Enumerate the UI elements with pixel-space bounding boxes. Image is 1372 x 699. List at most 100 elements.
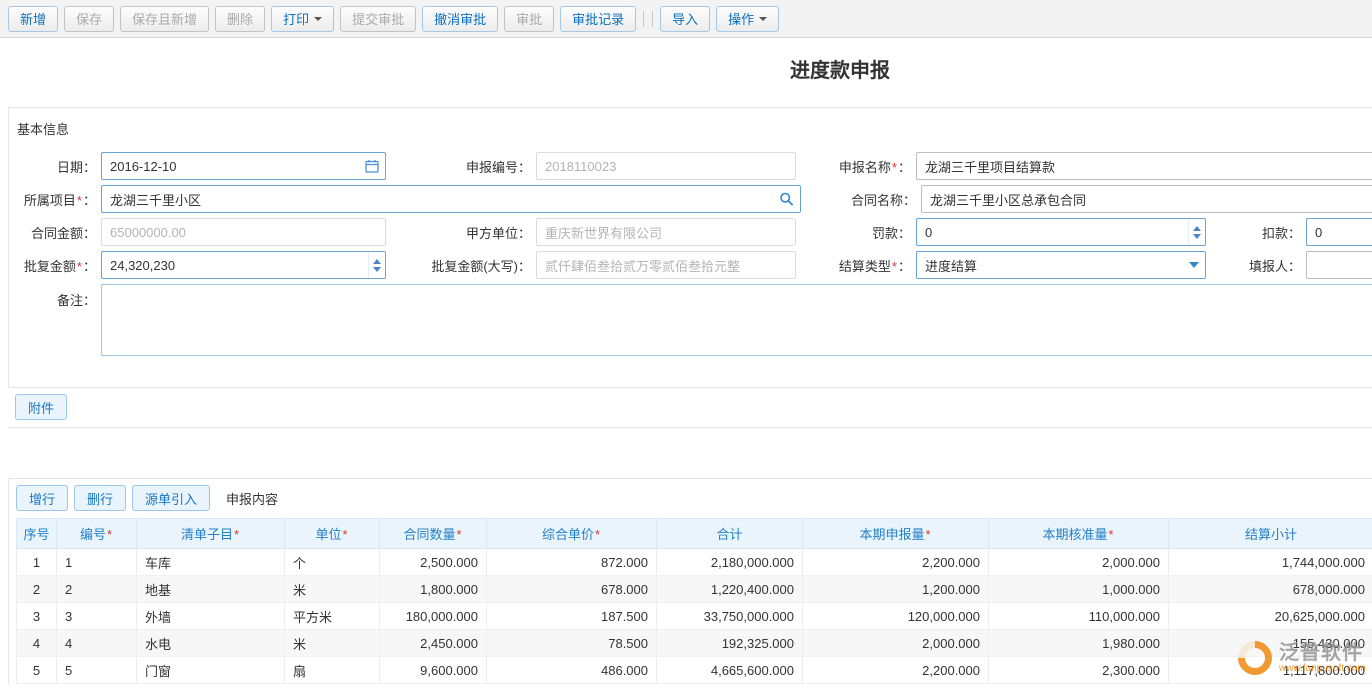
contract-amount-input: 65000000.00 bbox=[101, 218, 386, 246]
table-row[interactable]: 22地基米1,800.000678.0001,220,400.0001,200.… bbox=[17, 576, 1372, 603]
table-cell: 4,665,600.000 bbox=[657, 657, 803, 684]
attachment-row: 附件 bbox=[8, 388, 1372, 428]
table-cell: 2,000.000 bbox=[803, 630, 989, 657]
column-header: 合同数量* bbox=[380, 519, 487, 549]
table-cell: 1,220,400.000 bbox=[657, 576, 803, 603]
delete-row-button[interactable]: 删行 bbox=[74, 485, 126, 511]
detail-table-head-row: 序号编号*清单子目*单位*合同数量*综合单价*合计本期申报量*本期核准量*结算小… bbox=[17, 519, 1372, 549]
calendar-icon[interactable] bbox=[365, 159, 379, 173]
settlement-type-select[interactable]: 进度结算 bbox=[916, 251, 1206, 279]
form-row: 备注： bbox=[16, 284, 1372, 356]
table-cell: 192,325.000 bbox=[657, 630, 803, 657]
source-import-button[interactable]: 源单引入 bbox=[132, 485, 210, 511]
contract-name-input[interactable]: 龙湖三千里小区总承包合同 bbox=[921, 185, 1372, 213]
page-content: 进度款申报 基本信息 日期： 2016-12-10 申报编号： 20181100… bbox=[0, 54, 1372, 684]
table-cell: 1 bbox=[57, 549, 137, 576]
preparer-input[interactable] bbox=[1306, 251, 1372, 279]
approval-record-button[interactable]: 审批记录 bbox=[560, 6, 636, 32]
approved-amount-caps-label: 批复金额(大写)： bbox=[386, 256, 536, 275]
spinner-down-icon[interactable] bbox=[373, 267, 381, 272]
table-cell: 78.500 bbox=[487, 630, 657, 657]
table-cell: 155,430.000 bbox=[1169, 630, 1372, 657]
table-cell: 2,180,000.000 bbox=[657, 549, 803, 576]
column-header: 清单子目* bbox=[137, 519, 285, 549]
deduction-input[interactable]: 0 bbox=[1306, 218, 1372, 246]
table-cell: 872.000 bbox=[487, 549, 657, 576]
table-cell: 1,117,800.000 bbox=[1169, 657, 1372, 684]
contract-name-label: 合同名称： bbox=[801, 190, 921, 209]
toolbar-separator bbox=[652, 11, 653, 27]
table-cell: 2,000.000 bbox=[989, 549, 1169, 576]
table-cell: 678,000.000 bbox=[1169, 576, 1372, 603]
dropdown-arrow-icon[interactable] bbox=[1183, 252, 1205, 278]
table-cell: 110,000.000 bbox=[989, 603, 1169, 630]
detail-table-body: 11车库个2,500.000872.0002,180,000.0002,200.… bbox=[17, 549, 1372, 684]
remark-label: 备注： bbox=[16, 284, 101, 309]
table-cell: 水电 bbox=[137, 630, 285, 657]
table-cell: 33,750,000.000 bbox=[657, 603, 803, 630]
penalty-input[interactable]: 0 bbox=[916, 218, 1206, 246]
table-cell: 4 bbox=[57, 630, 137, 657]
approve-button: 审批 bbox=[504, 6, 554, 32]
table-row[interactable]: 11车库个2,500.000872.0002,180,000.0002,200.… bbox=[17, 549, 1372, 576]
import-button[interactable]: 导入 bbox=[660, 6, 710, 32]
spinner-up-icon[interactable] bbox=[373, 259, 381, 264]
save-and-new-button: 保存且新增 bbox=[120, 6, 209, 32]
new-button[interactable]: 新增 bbox=[8, 6, 58, 32]
attachment-button[interactable]: 附件 bbox=[15, 394, 67, 420]
remark-textarea[interactable] bbox=[101, 284, 1372, 356]
table-cell: 1 bbox=[17, 549, 57, 576]
date-input[interactable]: 2016-12-10 bbox=[101, 152, 386, 180]
column-header: 本期核准量* bbox=[989, 519, 1169, 549]
table-cell: 米 bbox=[285, 576, 380, 603]
table-cell: 1,744,000.000 bbox=[1169, 549, 1372, 576]
declaration-name-input[interactable]: 龙湖三千里项目结算款 bbox=[916, 152, 1372, 180]
date-label: 日期： bbox=[16, 157, 101, 176]
basic-info-panel: 基本信息 日期： 2016-12-10 申报编号： 2018110023 申报名… bbox=[8, 107, 1372, 388]
chevron-down-icon bbox=[314, 17, 322, 21]
detail-table: 序号编号*清单子目*单位*合同数量*综合单价*合计本期申报量*本期核准量*结算小… bbox=[16, 518, 1372, 684]
approved-amount-caps-input: 贰仟肆佰叁拾贰万零贰佰叁拾元整 bbox=[536, 251, 796, 279]
column-header: 本期申报量* bbox=[803, 519, 989, 549]
spinner-down-icon[interactable] bbox=[1193, 234, 1201, 239]
form-row: 合同金额： 65000000.00 甲方单位： 重庆新世界有限公司 罚款： 0 … bbox=[16, 218, 1372, 246]
table-cell: 4 bbox=[17, 630, 57, 657]
table-cell: 2,500.000 bbox=[380, 549, 487, 576]
project-label: 所属项目*： bbox=[16, 190, 101, 209]
search-icon[interactable] bbox=[779, 192, 794, 207]
table-cell: 5 bbox=[17, 657, 57, 684]
table-row[interactable]: 44水电米2,450.00078.500192,325.0002,000.000… bbox=[17, 630, 1372, 657]
basic-info-section-title: 基本信息 bbox=[16, 108, 1372, 152]
declaration-no-input: 2018110023 bbox=[536, 152, 796, 180]
page-title: 进度款申报 bbox=[0, 54, 1372, 83]
table-row[interactable]: 33外墙平方米180,000.000187.50033,750,000.0001… bbox=[17, 603, 1372, 630]
add-row-button[interactable]: 增行 bbox=[16, 485, 68, 511]
table-cell: 678.000 bbox=[487, 576, 657, 603]
form-row: 日期： 2016-12-10 申报编号： 2018110023 申报名称*： 龙… bbox=[16, 152, 1372, 180]
table-cell: 地基 bbox=[137, 576, 285, 603]
table-cell: 扇 bbox=[285, 657, 380, 684]
column-header: 结算小计 bbox=[1169, 519, 1372, 549]
approved-amount-input[interactable]: 24,320,230 bbox=[101, 251, 386, 279]
number-spinner[interactable] bbox=[1188, 219, 1205, 245]
column-header: 序号 bbox=[17, 519, 57, 549]
spinner-up-icon[interactable] bbox=[1193, 226, 1201, 231]
section-spacer bbox=[0, 428, 1372, 478]
table-cell: 1,800.000 bbox=[380, 576, 487, 603]
table-cell: 3 bbox=[57, 603, 137, 630]
column-header: 合计 bbox=[657, 519, 803, 549]
operations-button[interactable]: 操作 bbox=[716, 6, 779, 32]
table-cell: 车库 bbox=[137, 549, 285, 576]
chevron-down-icon bbox=[759, 17, 767, 21]
submit-approval-button: 提交审批 bbox=[340, 6, 416, 32]
table-row[interactable]: 55门窗扇9,600.000486.0004,665,600.0002,200.… bbox=[17, 657, 1372, 684]
print-button[interactable]: 打印 bbox=[271, 6, 334, 32]
table-cell: 180,000.000 bbox=[380, 603, 487, 630]
toolbar-separator bbox=[643, 11, 644, 27]
settlement-type-label: 结算类型*： bbox=[796, 256, 916, 275]
table-cell: 个 bbox=[285, 549, 380, 576]
number-spinner[interactable] bbox=[368, 252, 385, 278]
project-input[interactable]: 龙湖三千里小区 bbox=[101, 185, 801, 213]
table-cell: 9,600.000 bbox=[380, 657, 487, 684]
cancel-approval-button[interactable]: 撤消审批 bbox=[422, 6, 498, 32]
